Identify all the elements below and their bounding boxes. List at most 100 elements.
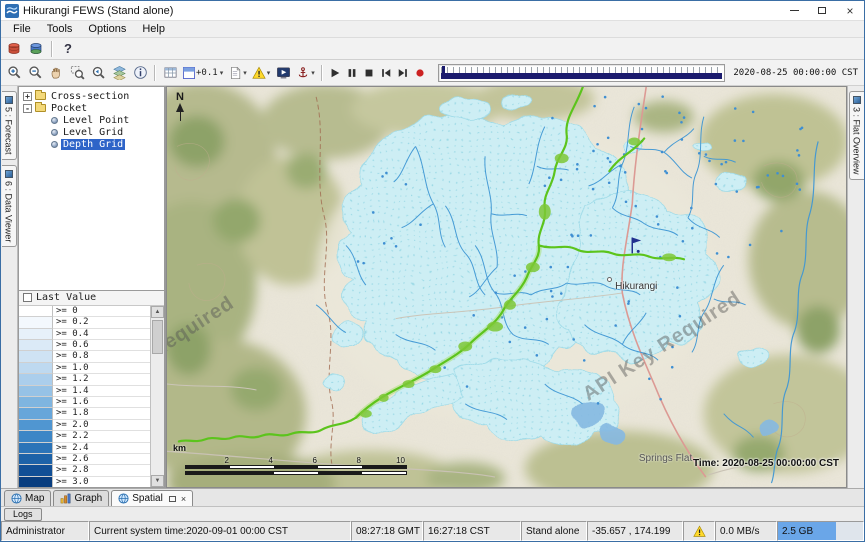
tree-node-label: Level Grid [61,127,125,138]
legend-label: >= 0.2 [53,317,150,328]
minimize-button[interactable] [780,1,808,20]
menu-item[interactable]: File [5,23,39,35]
layers-button[interactable] [109,63,129,83]
step-forward-button[interactable] [395,63,411,83]
logs-button[interactable]: Logs [4,508,42,521]
left-panel: + Cross-section - Pocket Level Point [18,86,166,488]
north-label: N [176,91,184,103]
legend-row: >= 0.8 [19,351,150,362]
legend-row: >= 2.0 [19,420,150,431]
status-gmt-time: 08:27:18 GMT [351,521,423,541]
legend-title: Last Value [36,292,96,303]
dock-tab[interactable]: 3 : Flat Overview [849,91,864,180]
zoom-out-button[interactable] [25,63,45,83]
node-icon [51,141,58,148]
status-memory: 2.5 GB [777,521,864,541]
zoom-in-button[interactable] [4,63,24,83]
status-warning[interactable] [683,521,715,541]
close-button[interactable]: × [836,1,864,20]
town-label: Hikurangi [615,281,657,292]
expand-toggle-icon[interactable]: - [23,104,32,113]
legend-row: >= 2.2 [19,431,150,442]
zoom-previous-button[interactable] [88,63,108,83]
menu-item[interactable]: Options [80,23,134,35]
display-button[interactable] [273,63,293,83]
legend-scrollbar[interactable]: ▲ ▼ [151,306,164,487]
legend-label: >= 1.8 [53,408,150,419]
legend-label: >= 0.4 [53,329,150,340]
chart-icon [60,493,71,504]
legend-body: >= 0 >= 0.2 >= 0.4 [19,306,164,487]
database-icon[interactable] [4,39,24,59]
toolbar-separator [154,65,156,81]
scale-segments [185,471,407,475]
legend-label: >= 0.8 [53,351,150,362]
step-back-button[interactable] [378,63,394,83]
tab-graph-label: Graph [74,493,102,504]
time-slider-range [441,73,723,79]
legend-rows: >= 0 >= 0.2 >= 0.4 [19,306,151,487]
dock-tab-label: 3 : Flat Overview [852,107,862,175]
map-view[interactable]: N API Key Required API Key Required Hiku… [166,86,847,488]
tab-spatial[interactable]: Spatial × [111,490,193,506]
archive-database-icon[interactable] [26,39,46,59]
town-marker [607,277,612,282]
legend-row: >= 1.8 [19,408,150,419]
status-local-time: 16:27:18 CST [423,521,521,541]
tree-node[interactable]: - Pocket [21,102,162,114]
pause-button[interactable] [344,63,360,83]
grid-display-button[interactable] [160,63,180,83]
legend-panel: Last Value >= 0 >= 0.2 [18,291,165,488]
scrolling-dropdown[interactable]: ▾ [226,63,249,83]
tree-node[interactable]: Level Grid [37,126,162,138]
stop-button[interactable] [361,63,377,83]
tree-node[interactable]: Depth Grid [37,138,162,150]
maximize-button[interactable] [808,1,836,20]
menu-item[interactable]: Help [134,23,173,35]
legend-row: >= 0.2 [19,317,150,328]
close-icon: × [846,4,853,18]
menu-bar: FileToolsOptionsHelp [1,21,864,38]
profile-tool-dropdown[interactable]: ▾ [294,63,317,83]
warning-icon [252,66,266,80]
legend-swatch [19,420,53,431]
status-system-time: Current system time:2020-09-01 00:00 CST [89,521,351,541]
record-button[interactable] [412,63,428,83]
close-tab-icon[interactable]: × [181,494,186,504]
warning-icon [693,525,706,538]
play-button[interactable] [327,63,343,83]
menu-item[interactable]: Tools [39,23,81,35]
interval-dropdown[interactable]: +0.1 ▾ [181,63,225,83]
legend-label: >= 2.8 [53,465,150,476]
info-button[interactable] [130,63,150,83]
current-time-label: 2020-08-25 00:00:00 CST [733,68,864,78]
legend-row: >= 0.4 [19,329,150,340]
legend-swatch [19,465,53,476]
tree-node[interactable]: + Cross-section [21,90,162,102]
anchor-icon [296,66,310,80]
dock-tab[interactable]: 5 : Forecast [2,91,17,160]
legend-label: >= 0 [53,306,150,317]
scroll-down-icon[interactable]: ▼ [151,475,164,487]
toolbar-separator [321,65,323,81]
pan-button[interactable] [46,63,66,83]
dock-tab[interactable]: 6 : Data Viewer [2,165,17,247]
scrollbar-thumb[interactable] [152,320,163,354]
help-button[interactable]: ? [58,39,78,59]
map-toolbar: +0.1 ▾ ▾ ▾ ▾ [1,60,864,86]
node-icon [35,92,46,100]
time-slider[interactable] [438,64,726,82]
detach-window-icon[interactable] [169,496,176,502]
scroll-up-icon[interactable]: ▲ [151,306,164,318]
tree-node[interactable]: Level Point [37,114,162,126]
warnings-dropdown[interactable]: ▾ [250,63,273,83]
scrollbar-track[interactable] [151,318,164,475]
scale-tick-label: 8 [317,456,361,465]
last-value-checkbox[interactable] [23,293,32,302]
expand-toggle-icon[interactable]: + [23,92,32,101]
area-label: Springs Flat [639,453,692,464]
tab-graph[interactable]: Graph [53,490,109,506]
zoom-region-button[interactable] [67,63,87,83]
tab-map[interactable]: Map [4,490,51,506]
toolbar-separator [51,41,53,57]
